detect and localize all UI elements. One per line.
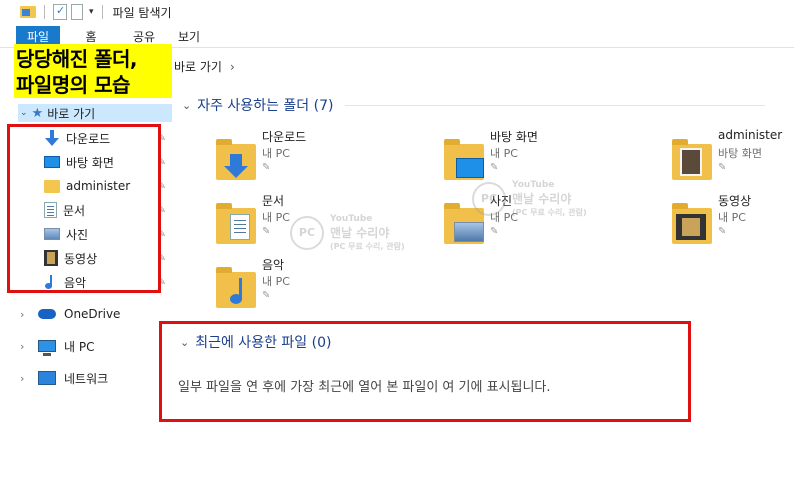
chevron-right-icon[interactable]: › xyxy=(20,372,30,385)
watermark-logo: PC xyxy=(472,182,506,216)
tile-name: administer xyxy=(718,128,783,142)
tile-videos[interactable]: 동영상 내 PC ✎ xyxy=(672,192,792,256)
nav-root-label: OneDrive xyxy=(64,307,121,321)
chevron-down-icon[interactable]: ⌄ xyxy=(180,336,189,349)
nav-quick-access[interactable]: ⌄ ★ 바로 가기 xyxy=(18,104,172,122)
highlight-annotation: 당당해진 폴더, 파일명의 모습 xyxy=(14,44,172,98)
watermark-badge: YouTube xyxy=(330,214,373,224)
frequent-folders-title: 자주 사용하는 폴더 (7) xyxy=(197,98,334,114)
computer-icon xyxy=(38,340,56,356)
tile-location: 내 PC xyxy=(262,275,290,288)
watermark-brand: YouTube 맨날 수리야 (PC 무료 수리, 관람) xyxy=(330,214,405,252)
watermark-logo-text: PC xyxy=(290,216,324,250)
pin-icon[interactable]: ✎ xyxy=(718,226,726,237)
pin-icon[interactable]: ✎ xyxy=(262,290,270,301)
tile-name: 동영상 xyxy=(718,194,752,208)
big-folder-icon xyxy=(216,138,256,182)
explorer-folder-icon xyxy=(20,6,36,18)
properties-icon[interactable] xyxy=(53,4,67,20)
watermark-sub-text: (PC 무료 수리, 관람) xyxy=(512,208,587,217)
tab-view[interactable]: 보기 xyxy=(176,26,202,48)
toolbar-separator xyxy=(44,5,45,19)
watermark-brand: YouTube 맨날 수리야 (PC 무료 수리, 관람) xyxy=(512,180,587,218)
tile-location: 내 PC xyxy=(262,211,290,224)
chevron-right-icon[interactable]: › xyxy=(20,340,30,353)
pin-icon[interactable]: ✎ xyxy=(490,162,498,173)
watermark-brand-text: 맨날 수리야 xyxy=(512,192,572,206)
annotation-line-1: 당당해진 폴더, xyxy=(16,47,137,71)
chevron-down-icon[interactable]: ⌄ xyxy=(182,99,191,112)
new-folder-icon[interactable] xyxy=(71,4,83,20)
window-title: 파일 탐색기 xyxy=(112,5,172,20)
customize-toolbar-chevron-icon[interactable]: ▾ xyxy=(89,7,94,17)
nav-root-onedrive[interactable]: › OneDrive xyxy=(20,304,120,324)
big-folder-icon xyxy=(444,138,484,182)
chevron-right-icon[interactable]: › xyxy=(230,60,235,74)
pin-icon[interactable]: ✎ xyxy=(490,226,498,237)
chevron-down-icon[interactable]: ⌄ xyxy=(20,108,28,118)
tile-name: 음악 xyxy=(262,258,285,272)
tile-location: 내 PC xyxy=(718,211,746,224)
tile-name: 문서 xyxy=(262,194,285,208)
watermark-logo: PC xyxy=(290,216,324,250)
title-bar: ▾ 파일 탐색기 xyxy=(0,0,794,24)
section-divider xyxy=(345,104,766,106)
address-path[interactable]: 바로 가기 xyxy=(174,60,222,74)
tile-location: 내 PC xyxy=(490,147,518,160)
network-icon xyxy=(38,371,56,385)
recent-files-title: 최근에 사용한 파일 (0) xyxy=(195,335,332,351)
big-folder-icon xyxy=(216,202,256,246)
nav-root-label: 네트워크 xyxy=(64,371,109,386)
annotation-line-2: 파일명의 모습 xyxy=(16,73,130,97)
tile-location: 바탕 화면 xyxy=(718,147,762,160)
pin-icon[interactable]: ✎ xyxy=(262,162,270,173)
address-bar[interactable]: 바로 가기 › xyxy=(174,56,794,78)
star-icon: ★ xyxy=(31,105,44,121)
watermark-brand-text: 맨날 수리야 xyxy=(330,226,390,240)
recent-files-empty-message: 일부 파일을 연 후에 가장 최근에 열어 본 파일이 여 기에 표시됩니다. xyxy=(178,380,551,395)
watermark-badge: YouTube xyxy=(512,180,555,190)
big-folder-icon xyxy=(672,138,712,182)
red-annotation-box-nav xyxy=(7,124,161,293)
tile-downloads[interactable]: 다운로드 내 PC ✎ xyxy=(216,128,416,192)
quick-access-toolbar: ▾ xyxy=(20,4,107,20)
pin-icon[interactable]: ✎ xyxy=(262,226,270,237)
watermark-sub-text: (PC 무료 수리, 관람) xyxy=(330,242,405,251)
toolbar-separator xyxy=(101,5,103,19)
nav-root-network[interactable]: › 네트워크 xyxy=(20,368,108,388)
recent-files-header[interactable]: ⌄ 최근에 사용한 파일 (0) xyxy=(180,332,331,352)
nav-root-this-pc[interactable]: › 내 PC xyxy=(20,336,94,356)
tile-name: 다운로드 xyxy=(262,130,307,144)
watermark-logo-text: PC xyxy=(472,182,506,216)
tile-location: 내 PC xyxy=(262,147,290,160)
tile-music[interactable]: 음악 내 PC ✎ xyxy=(216,256,416,320)
nav-quick-access-label: 바로 가기 xyxy=(47,106,96,121)
cloud-icon xyxy=(38,309,56,319)
frequent-folders-header[interactable]: ⌄ 자주 사용하는 폴더 (7) xyxy=(182,95,766,115)
pin-icon[interactable]: ✎ xyxy=(718,162,726,173)
big-folder-icon xyxy=(216,266,256,310)
tile-administer[interactable]: administer 바탕 화면 ✎ xyxy=(672,128,792,192)
chevron-right-icon[interactable]: › xyxy=(20,308,30,321)
big-folder-icon xyxy=(672,202,712,246)
tile-name: 바탕 화면 xyxy=(490,130,538,144)
nav-root-label: 내 PC xyxy=(64,339,95,354)
